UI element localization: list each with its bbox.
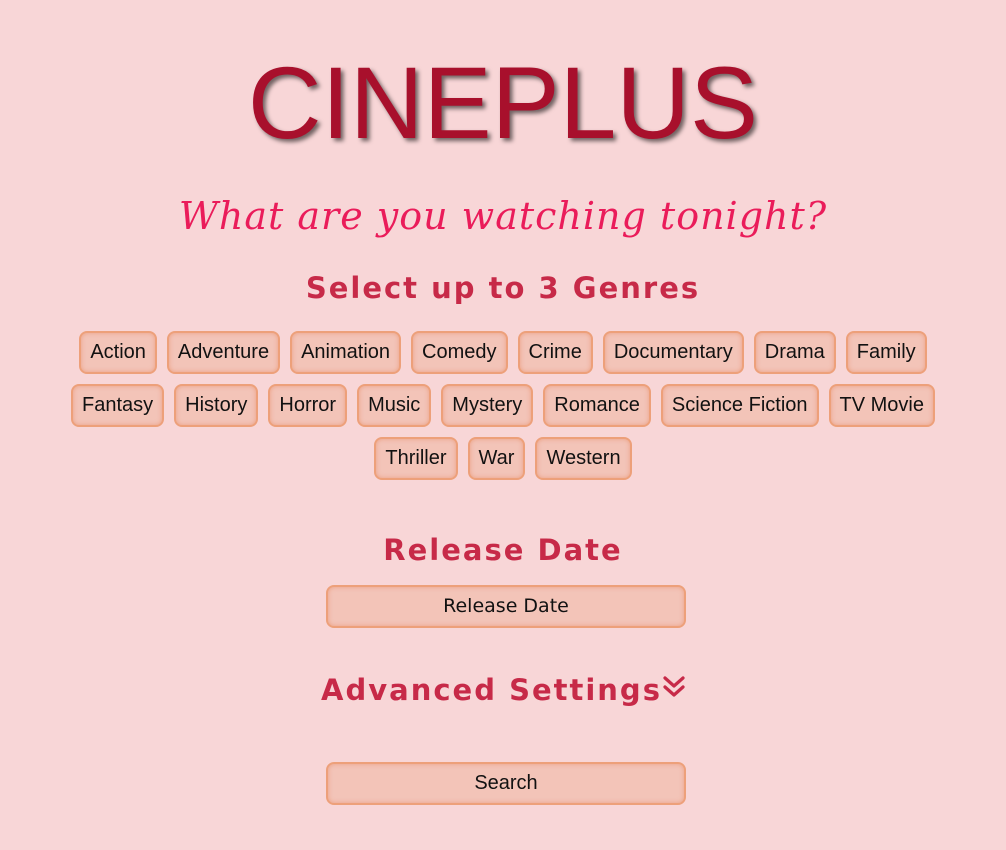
genre-row: Fantasy History Horror Music Mystery Rom… bbox=[0, 384, 1006, 427]
genre-chip-family[interactable]: Family bbox=[845, 331, 927, 374]
genre-chip-horror[interactable]: Horror bbox=[268, 384, 348, 427]
genre-row: Thriller War Western bbox=[0, 437, 1006, 480]
genre-chip-animation[interactable]: Animation bbox=[290, 331, 402, 374]
genre-chip-thriller[interactable]: Thriller bbox=[374, 437, 458, 480]
genre-chip-adventure[interactable]: Adventure bbox=[166, 331, 281, 374]
genre-chip-action[interactable]: Action bbox=[79, 331, 157, 374]
tagline: What are you watching tonight? bbox=[178, 194, 828, 238]
advanced-settings-toggle[interactable]: Advanced Settings bbox=[0, 670, 1006, 712]
genre-chip-comedy[interactable]: Comedy bbox=[411, 331, 508, 374]
genre-chip-romance[interactable]: Romance bbox=[543, 384, 651, 427]
release-date-button[interactable]: Release Date bbox=[326, 585, 686, 628]
genre-chip-mystery[interactable]: Mystery bbox=[441, 384, 534, 427]
genre-chip-fantasy[interactable]: Fantasy bbox=[71, 384, 165, 427]
genre-row: Action Adventure Animation Comedy Crime … bbox=[0, 331, 1006, 374]
genres-heading: Select up to 3 Genres bbox=[305, 271, 701, 305]
genre-chip-documentary[interactable]: Documentary bbox=[602, 331, 744, 374]
release-date-heading: Release Date bbox=[383, 533, 623, 567]
genre-chip-drama[interactable]: Drama bbox=[753, 331, 836, 374]
genre-chip-history[interactable]: History bbox=[174, 384, 259, 427]
advanced-settings-label: Advanced Settings bbox=[321, 673, 662, 707]
app-logo: CINEPLUS bbox=[247, 46, 759, 160]
search-button[interactable]: Search bbox=[326, 762, 686, 805]
double-chevron-down-icon bbox=[663, 669, 685, 709]
genre-chip-tv-movie[interactable]: TV Movie bbox=[828, 384, 935, 427]
genre-chip-music[interactable]: Music bbox=[357, 384, 432, 427]
genre-chip-crime[interactable]: Crime bbox=[517, 331, 593, 374]
genre-chip-science-fiction[interactable]: Science Fiction bbox=[660, 384, 819, 427]
genre-chip-war[interactable]: War bbox=[467, 437, 526, 480]
genre-chip-western[interactable]: Western bbox=[535, 437, 632, 480]
